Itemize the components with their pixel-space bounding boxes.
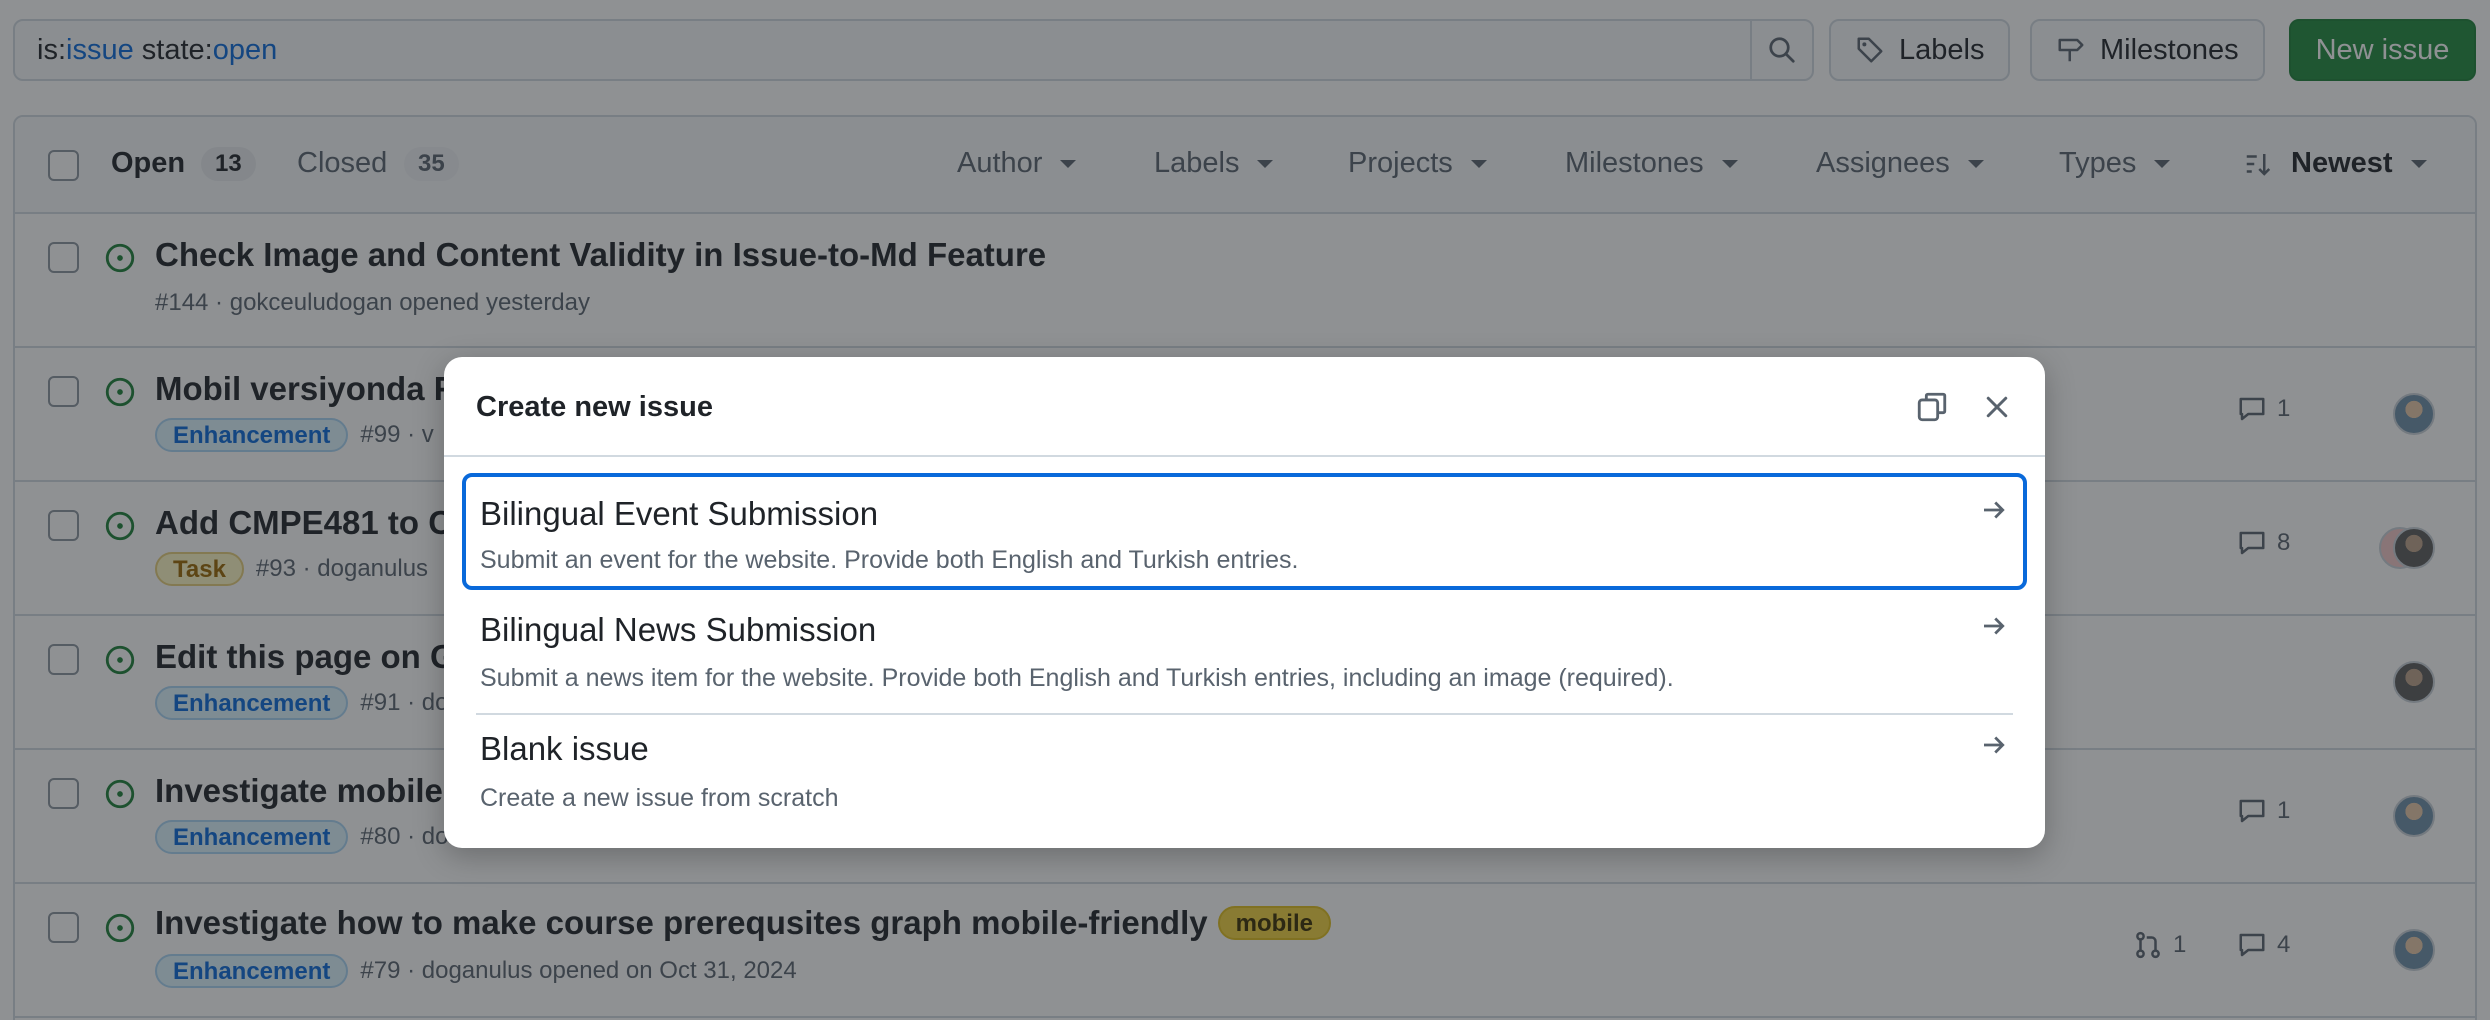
- arrow-right-icon: [1984, 736, 2005, 754]
- template-option-bilingual-news[interactable]: Bilingual News Submission Submit a news …: [462, 597, 2027, 712]
- dialog-title: Create new issue: [476, 391, 713, 423]
- create-issue-dialog: Create new issue Bilingual Event Submiss…: [444, 357, 2045, 848]
- template-description: Submit an event for the website. Provide…: [480, 546, 1299, 574]
- arrow-right-icon: [1984, 617, 2005, 635]
- dialog-header: Create new issue: [444, 357, 2045, 457]
- template-title: Blank issue: [480, 730, 649, 767]
- arrow-right-icon: [1984, 501, 2005, 519]
- template-description: Create a new issue from scratch: [480, 784, 839, 812]
- template-option-bilingual-event[interactable]: Bilingual Event Submission Submit an eve…: [462, 473, 2027, 590]
- divider: [476, 713, 2013, 715]
- close-icon[interactable]: [1982, 392, 2012, 422]
- template-title: Bilingual News Submission: [480, 611, 877, 648]
- template-title: Bilingual Event Submission: [480, 495, 879, 532]
- template-description: Submit a news item for the website. Prov…: [480, 664, 1674, 692]
- template-option-blank-issue[interactable]: Blank issue Create a new issue from scra…: [462, 718, 2027, 833]
- copy-icon[interactable]: [1915, 390, 1949, 424]
